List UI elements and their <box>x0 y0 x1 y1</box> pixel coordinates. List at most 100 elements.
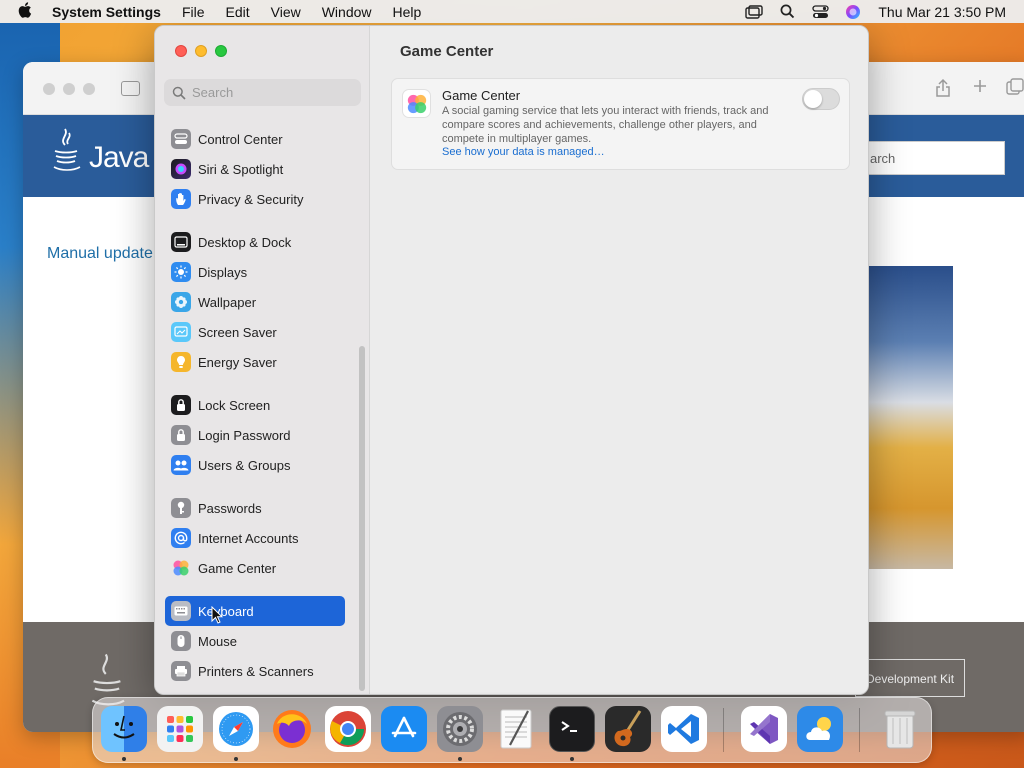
siri-icon[interactable] <box>842 4 864 20</box>
menu-clock[interactable]: Thu Mar 21 3:50 PM <box>878 4 1006 20</box>
sidebar-item-label: Siri & Spotlight <box>198 161 284 177</box>
sidebar-item-desktop-dock[interactable]: Desktop & Dock <box>165 227 345 257</box>
sidebar-item-label: Users & Groups <box>198 457 291 473</box>
game-center-icon <box>171 558 191 578</box>
sidebar-item-label: Printers & Scanners <box>198 663 314 679</box>
sidebar-item-label: Keyboard <box>198 603 254 619</box>
sidebar-item-siri-spotlight[interactable]: Siri & Spotlight <box>165 154 345 184</box>
sidebar-scrollbar[interactable] <box>359 346 365 691</box>
energy-saver-icon <box>171 352 191 372</box>
mouse-cursor-icon <box>211 606 223 624</box>
share-icon[interactable] <box>933 78 953 98</box>
menu-help[interactable]: Help <box>393 4 422 20</box>
sidebar-item-passwords[interactable]: Passwords <box>165 493 345 523</box>
development-kit-button[interactable]: Development Kit <box>855 659 965 697</box>
sidebar-item-printers-scanners[interactable]: Printers & Scanners <box>165 656 345 686</box>
sidebar-item-screen-saver[interactable]: Screen Saver <box>165 317 345 347</box>
printer-icon <box>171 661 191 681</box>
game-center-setting-label: Game Center <box>442 88 521 103</box>
sidebar-item-label: Passwords <box>198 500 262 516</box>
java-logo-icon[interactable] <box>51 127 81 173</box>
chrome-icon[interactable] <box>325 706 371 752</box>
tab-overview-icon[interactable] <box>1005 78 1024 98</box>
sidebar-item-label: Wallpaper <box>198 294 257 310</box>
close-button[interactable] <box>175 45 187 57</box>
game-center-icon <box>402 89 431 118</box>
sidebar-item-label: Screen Saver <box>198 324 277 340</box>
sidebar-item-mouse[interactable]: Mouse <box>165 626 345 656</box>
game-center-toggle[interactable] <box>802 88 840 110</box>
sidebar-toggle-icon[interactable] <box>121 81 140 96</box>
menu-view[interactable]: View <box>271 4 301 20</box>
sidebar-item-label: Login Password <box>198 427 291 443</box>
java-logo-text: Java <box>89 141 149 174</box>
sidebar-list: Control Center Siri & Spotlight Privacy … <box>155 116 370 694</box>
safari-icon[interactable] <box>213 706 259 752</box>
manual-update-link[interactable]: Manual update <box>47 245 153 263</box>
system-settings-icon[interactable] <box>437 706 483 752</box>
menu-window[interactable]: Window <box>322 4 372 20</box>
firefox-icon[interactable] <box>269 706 315 752</box>
toggle-knob <box>804 90 822 108</box>
sidebar-item-keyboard[interactable]: Keyboard <box>165 596 345 626</box>
lock-screen-icon <box>171 395 191 415</box>
sidebar-item-privacy-security[interactable]: Privacy & Security <box>165 184 345 214</box>
window-close-inactive[interactable] <box>43 83 55 95</box>
data-management-link[interactable]: See how your data is managed… <box>442 146 605 158</box>
sidebar-item-label: Displays <box>198 264 248 280</box>
screen-mirroring-icon[interactable] <box>743 4 765 20</box>
menu-edit[interactable]: Edit <box>226 4 250 20</box>
garageband-icon[interactable] <box>605 706 651 752</box>
safari-running-indicator <box>234 757 238 761</box>
sidebar-item-label: Mouse <box>198 633 238 649</box>
sidebar-item-internet-accounts[interactable]: Internet Accounts <box>165 523 345 553</box>
screen-saver-icon <box>171 322 191 342</box>
search-placeholder: Search <box>192 85 234 100</box>
sidebar-item-label: Game Center <box>198 560 277 576</box>
menu-app-name[interactable]: System Settings <box>52 4 161 20</box>
sidebar-item-label: Internet Accounts <box>198 530 299 546</box>
window-zoom-inactive[interactable] <box>83 83 95 95</box>
sidebar-item-displays[interactable]: Displays <box>165 257 345 287</box>
settings-search-field[interactable]: Search <box>164 79 361 106</box>
login-password-icon <box>171 425 191 445</box>
displays-icon <box>171 262 191 282</box>
window-minimize-inactive[interactable] <box>63 83 75 95</box>
app-store-icon[interactable] <box>381 706 427 752</box>
system-settings-window: Search Control Center Siri & Spotlight P… <box>154 25 869 695</box>
sidebar-item-label: Control Center <box>198 131 283 147</box>
zoom-button[interactable] <box>215 45 227 57</box>
weather-icon[interactable] <box>797 706 843 752</box>
settings-sidebar: Search Control Center Siri & Spotlight P… <box>155 26 370 694</box>
terminal-icon[interactable] <box>549 706 595 752</box>
minimize-button[interactable] <box>195 45 207 57</box>
apple-icon[interactable] <box>18 1 38 22</box>
java-site-search[interactable]: arch <box>861 141 1005 175</box>
launchpad-icon[interactable] <box>157 706 203 752</box>
sidebar-item-game-center[interactable]: Game Center <box>165 553 345 583</box>
trash-icon[interactable] <box>877 706 923 752</box>
sidebar-item-partial <box>165 116 345 123</box>
internet-accounts-icon <box>171 528 191 548</box>
system-settings-running-indicator <box>458 757 462 761</box>
menu-bar: System Settings File Edit View Window He… <box>0 0 1024 23</box>
siri-icon <box>171 159 191 179</box>
vscode-icon[interactable] <box>661 706 707 752</box>
control-center-menu-icon[interactable] <box>809 4 831 20</box>
textedit-icon[interactable] <box>493 706 539 752</box>
passwords-key-icon <box>171 498 191 518</box>
menu-file[interactable]: File <box>182 4 205 20</box>
sidebar-item-energy-saver[interactable]: Energy Saver <box>165 347 345 377</box>
visual-studio-icon[interactable] <box>741 706 787 752</box>
new-tab-icon[interactable] <box>970 78 990 98</box>
settings-content-pane: Game Center Game Center A social gaming … <box>371 26 868 694</box>
sidebar-item-login-password[interactable]: Login Password <box>165 420 345 450</box>
sidebar-item-wallpaper[interactable]: Wallpaper <box>165 287 345 317</box>
mouse-icon <box>171 631 191 651</box>
sidebar-item-lock-screen[interactable]: Lock Screen <box>165 390 345 420</box>
sidebar-item-users-groups[interactable]: Users & Groups <box>165 450 345 480</box>
finder-icon[interactable] <box>101 706 147 752</box>
spotlight-search-icon[interactable] <box>776 4 798 20</box>
sidebar-item-control-center[interactable]: Control Center <box>165 124 345 154</box>
users-groups-icon <box>171 455 191 475</box>
